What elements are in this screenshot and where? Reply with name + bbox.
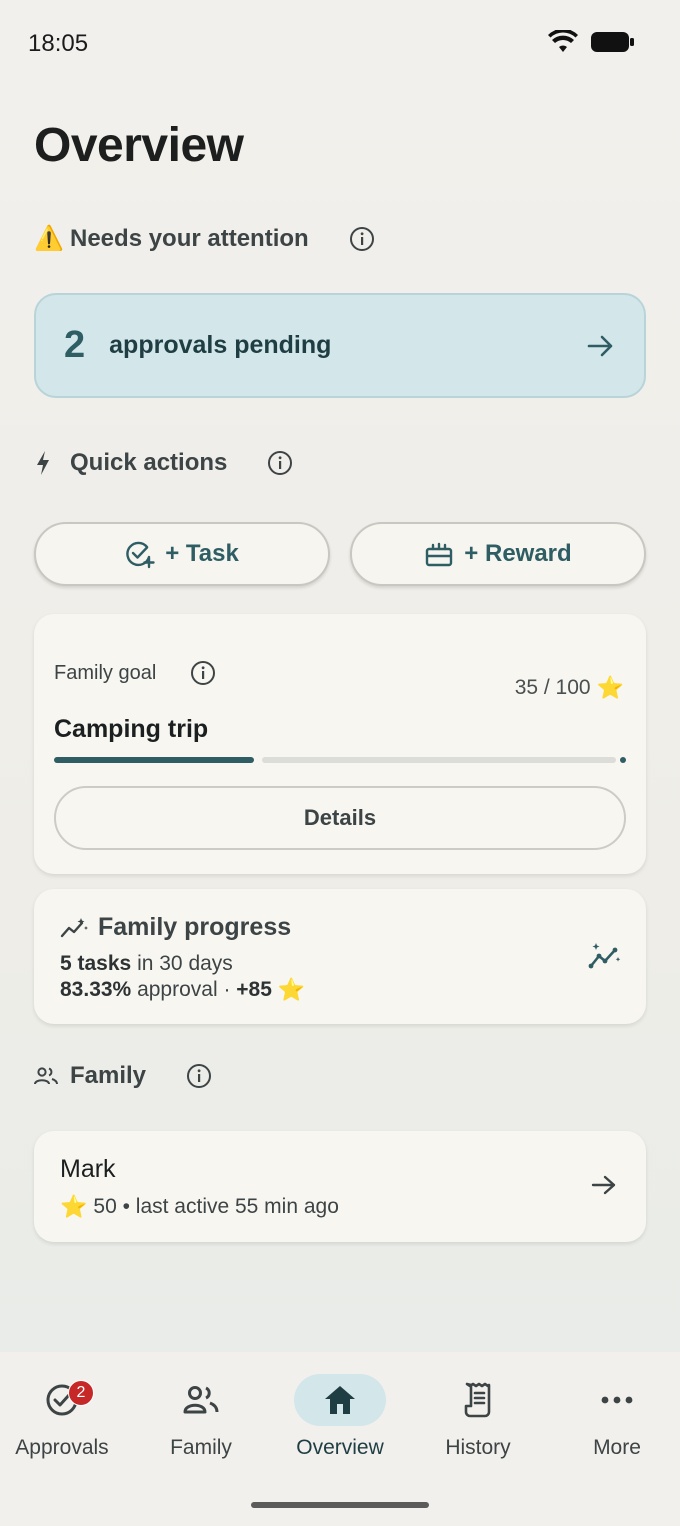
nav-label-overview: Overview — [296, 1436, 384, 1459]
nav-icon-container — [432, 1374, 524, 1426]
nav-icon-container — [571, 1374, 663, 1426]
quick-actions-header: Quick actions — [34, 449, 293, 477]
nav-item-overview[interactable]: Overview — [272, 1374, 408, 1460]
trend-icon — [60, 917, 88, 937]
info-icon[interactable] — [267, 450, 293, 476]
goal-score: 35 / 100 ⭐ — [515, 676, 624, 700]
info-icon[interactable] — [190, 660, 216, 686]
people-icon — [183, 1386, 219, 1414]
member-name: Mark — [60, 1155, 116, 1183]
approvals-count: 2 — [64, 324, 86, 366]
goal-progress-bar — [54, 757, 626, 763]
star-icon: ⭐ — [277, 977, 306, 1002]
people-icon — [34, 1066, 64, 1086]
home-icon — [325, 1386, 355, 1414]
task-add-icon — [126, 541, 155, 569]
nav-item-family[interactable]: Family — [133, 1374, 269, 1460]
nav-item-more[interactable]: More — [549, 1374, 680, 1460]
battery-icon — [591, 32, 634, 52]
receipt-icon — [464, 1382, 491, 1418]
arrow-right-icon — [591, 1175, 616, 1195]
family-title: Family — [70, 1062, 147, 1089]
star-icon: ⭐ — [60, 1194, 88, 1219]
nav-item-history[interactable]: History — [410, 1374, 546, 1460]
star-icon: ⭐ — [596, 675, 624, 700]
add-task-label: + Task — [165, 540, 239, 567]
goal-progress-end-dot — [620, 757, 626, 763]
nav-icon-container — [294, 1374, 386, 1426]
family-section-header: Family — [34, 1062, 212, 1090]
family-progress-title-row: Family progress — [60, 913, 291, 942]
arrow-right-icon — [587, 335, 613, 356]
status-icons — [548, 30, 636, 54]
approvals-label: approvals pending — [109, 331, 332, 359]
attention-title: Needs your attention — [70, 224, 309, 252]
attention-section-header: ⚠️ Needs your attention — [34, 224, 375, 253]
goal-details-button[interactable]: Details — [54, 786, 626, 850]
nav-icon-container: 2 — [16, 1374, 108, 1426]
info-icon[interactable] — [186, 1063, 212, 1089]
nav-label-more: More — [593, 1436, 641, 1459]
insights-icon — [588, 943, 621, 969]
bolt-icon — [34, 450, 64, 476]
add-task-button[interactable]: + Task — [34, 522, 330, 586]
family-progress-title: Family progress — [98, 913, 292, 941]
approval-text: approval · — [131, 978, 237, 1001]
member-meta-row: ⭐ 50 • last active 55 min ago — [60, 1195, 339, 1219]
status-bar: 18:05 — [0, 0, 680, 88]
nav-label-family: Family — [170, 1436, 232, 1459]
goal-progress-remaining — [262, 757, 616, 763]
family-goal-label-row: Family goal — [54, 660, 216, 686]
add-reward-button[interactable]: + Reward — [350, 522, 646, 586]
add-reward-label: + Reward — [464, 540, 572, 567]
tasks-count: 5 tasks — [60, 952, 132, 975]
gift-icon — [426, 542, 453, 567]
family-goal-card: Family goal 35 / 100 ⭐ Camping trip Deta… — [34, 614, 646, 874]
family-progress-card[interactable]: Family progress 5 tasks in 30 days 83.33… — [34, 889, 646, 1024]
approvals-badge: 2 — [68, 1380, 94, 1406]
nav-label-approvals: Approvals — [15, 1436, 109, 1459]
approval-rate: 83.33% — [60, 978, 132, 1001]
nav-item-approvals[interactable]: 2 Approvals — [0, 1374, 130, 1460]
nav-icon-container — [155, 1374, 247, 1426]
nav-label-history: History — [445, 1436, 511, 1459]
more-dots-icon — [601, 1396, 633, 1404]
family-progress-approval: 83.33% approval · +85 ⭐ — [60, 978, 305, 1002]
warning-icon: ⚠️ — [34, 225, 64, 252]
bottom-nav: 2 Approvals Family Overview History More — [0, 1352, 680, 1526]
tasks-period: in 30 days — [131, 952, 233, 975]
approvals-pending-card[interactable]: 2 approvals pending — [34, 293, 646, 398]
home-indicator[interactable] — [251, 1502, 429, 1508]
family-goal-label: Family goal — [54, 661, 157, 684]
wifi-icon — [548, 30, 578, 52]
status-time: 18:05 — [28, 30, 89, 57]
goal-score-value: 35 / 100 — [514, 676, 591, 699]
info-icon[interactable] — [349, 226, 375, 252]
quick-actions-title: Quick actions — [70, 449, 228, 476]
goal-progress-fill — [54, 757, 254, 763]
family-progress-tasks: 5 tasks in 30 days — [60, 952, 233, 976]
points-earned: +85 — [236, 978, 272, 1001]
goal-name: Camping trip — [54, 715, 209, 743]
family-member-card[interactable]: Mark ⭐ 50 • last active 55 min ago — [34, 1131, 646, 1242]
member-meta: 50 • last active 55 min ago — [93, 1195, 339, 1218]
page-title: Overview — [34, 119, 244, 172]
